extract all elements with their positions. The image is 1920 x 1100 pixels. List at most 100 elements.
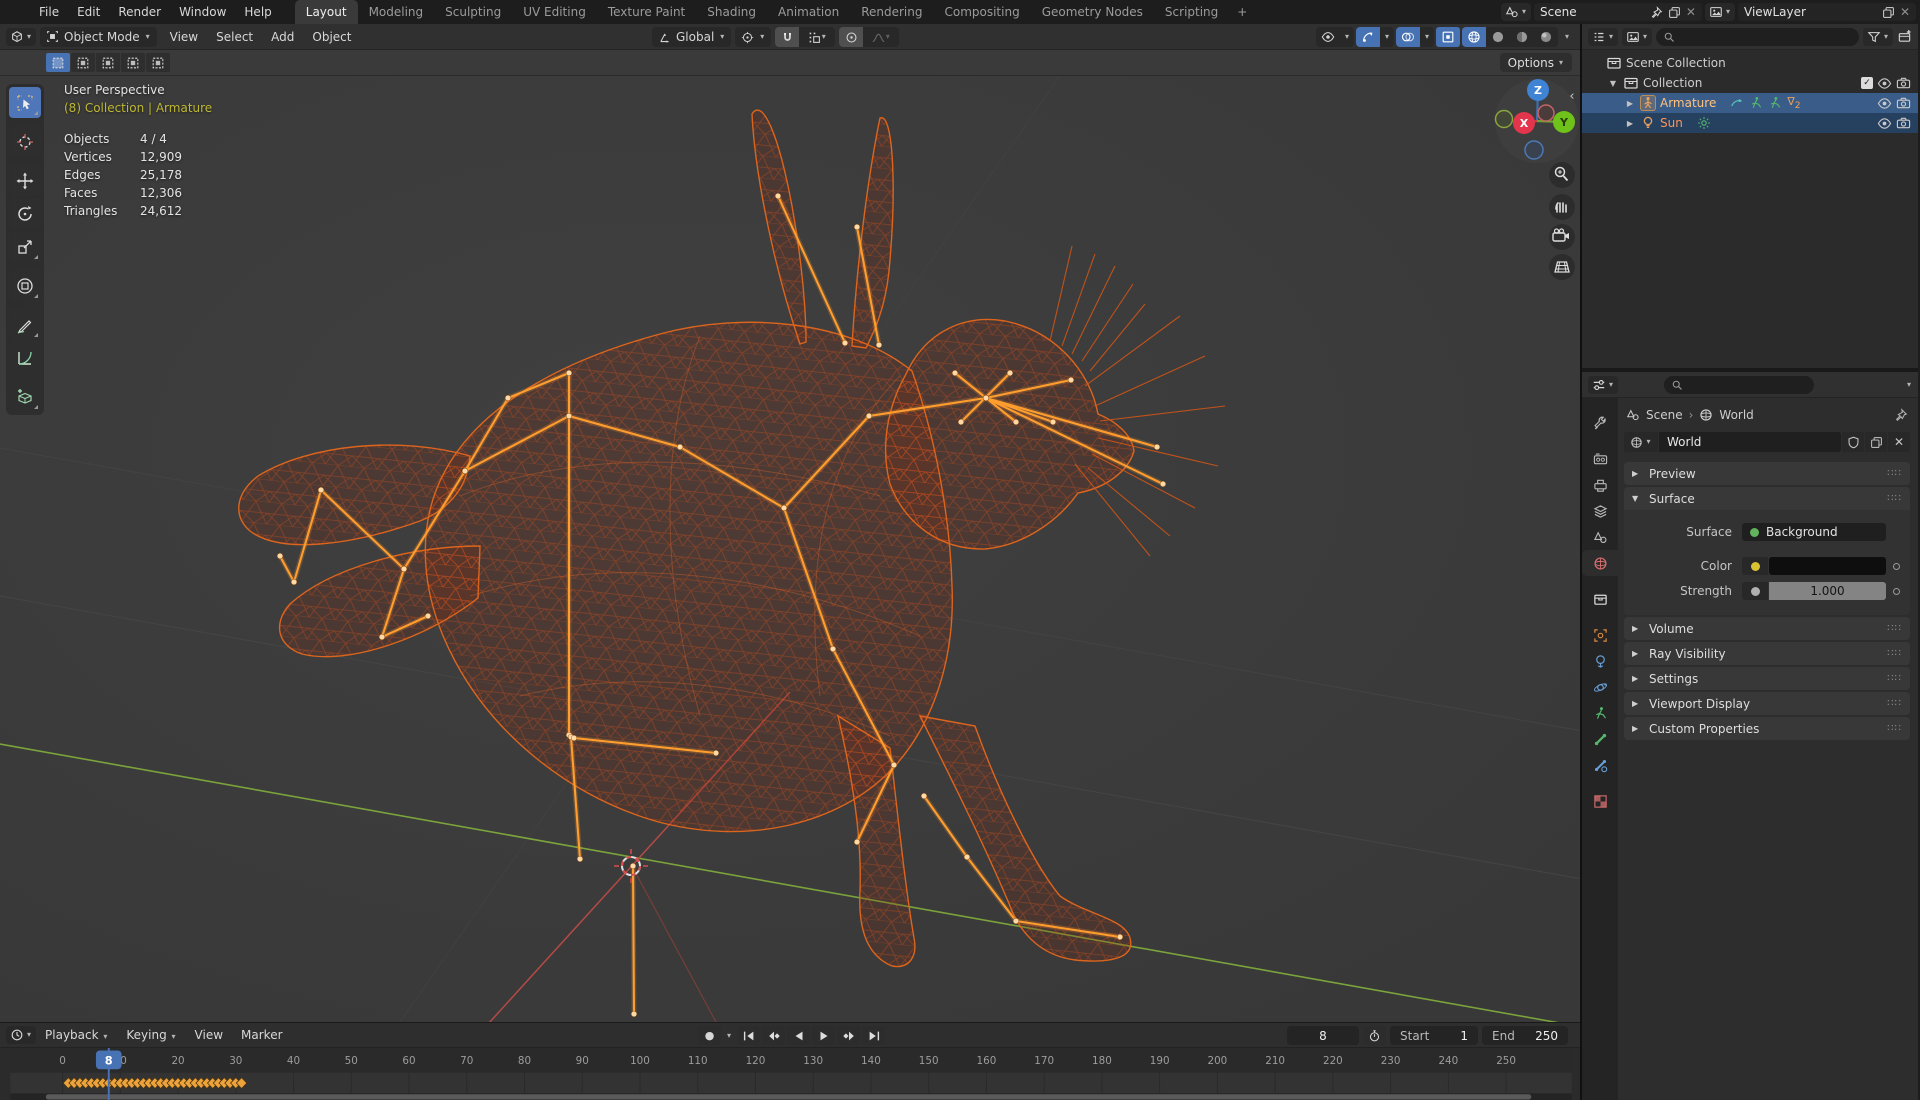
color-swatch-field[interactable] bbox=[1769, 557, 1886, 575]
topbar-menu-edit[interactable]: Edit bbox=[68, 2, 109, 22]
play-reverse-button[interactable] bbox=[787, 1026, 810, 1045]
viewlayer-name-field[interactable]: ViewLayer ✕ bbox=[1738, 3, 1916, 21]
select-mode-extend-button[interactable] bbox=[71, 53, 95, 72]
workspace-tab-shading[interactable]: Shading bbox=[696, 0, 767, 24]
outliner-item-scene-collection[interactable]: Scene Collection bbox=[1582, 53, 1918, 73]
scene-selector-button[interactable]: ▾ bbox=[1501, 3, 1531, 21]
viewlayer-selector-button[interactable]: ▾ bbox=[1705, 3, 1735, 21]
add-workspace-button[interactable]: + bbox=[1229, 0, 1255, 24]
topbar-menu-window[interactable]: Window bbox=[170, 2, 235, 22]
xray-toggle[interactable] bbox=[1436, 27, 1460, 47]
panel-ray-visibility[interactable]: ▶Ray Visibility∷∷ bbox=[1624, 642, 1910, 665]
tool-rotate-button[interactable] bbox=[9, 198, 41, 229]
timeline-menu-view[interactable]: View bbox=[186, 1025, 232, 1045]
duplicate-datablock-button[interactable] bbox=[1865, 432, 1887, 452]
strength-slider[interactable]: 1.000 bbox=[1769, 582, 1886, 600]
breadcrumb-world[interactable]: World bbox=[1719, 408, 1753, 422]
properties-tab-view-layer[interactable] bbox=[1582, 498, 1618, 524]
properties-tab-world[interactable] bbox=[1582, 550, 1618, 576]
surface-shader-field[interactable]: Background bbox=[1742, 523, 1886, 541]
scene-name-field[interactable]: Scene ✕ bbox=[1534, 3, 1702, 21]
properties-tab-tool[interactable] bbox=[1582, 410, 1618, 436]
navigation-gizmo[interactable]: ZXY bbox=[1495, 79, 1579, 163]
properties-tab-texture[interactable] bbox=[1582, 788, 1618, 814]
tool-add-cube-button[interactable] bbox=[9, 381, 41, 412]
remove-icon[interactable]: ✕ bbox=[1900, 5, 1910, 19]
color-socket-button[interactable] bbox=[1742, 557, 1768, 575]
outliner-item-sun[interactable]: ▶Sun bbox=[1582, 113, 1918, 133]
eye-icon[interactable] bbox=[1877, 116, 1892, 131]
tool-select-box-button[interactable] bbox=[9, 87, 41, 118]
tool-measure-button[interactable] bbox=[9, 342, 41, 373]
unlink-datablock-button[interactable]: ✕ bbox=[1888, 432, 1910, 452]
start-frame-field[interactable]: Start 1 bbox=[1390, 1026, 1478, 1045]
tool-cursor-button[interactable] bbox=[9, 126, 41, 157]
workspace-tab-sculpting[interactable]: Sculpting bbox=[434, 0, 512, 24]
panel-drag-dots[interactable]: ∷∷ bbox=[1887, 623, 1902, 634]
duplicate-icon[interactable] bbox=[1668, 6, 1681, 19]
panel-preview[interactable]: ▶Preview∷∷ bbox=[1624, 462, 1910, 485]
properties-tab-object-data[interactable] bbox=[1582, 700, 1618, 726]
topbar-menu-help[interactable]: Help bbox=[235, 2, 280, 22]
viewport-menu-add[interactable]: Add bbox=[262, 27, 303, 47]
properties-options-chevron[interactable]: ▾ bbox=[1906, 381, 1912, 389]
workspace-tab-animation[interactable]: Animation bbox=[767, 0, 850, 24]
options-button[interactable]: Options▾ bbox=[1500, 53, 1572, 72]
next-keyframe-button[interactable] bbox=[837, 1026, 860, 1045]
strength-socket-button[interactable] bbox=[1742, 582, 1768, 600]
workspace-tab-modeling[interactable]: Modeling bbox=[358, 0, 435, 24]
tool-scale-button[interactable] bbox=[9, 231, 41, 262]
animate-color-dot[interactable] bbox=[1893, 563, 1900, 570]
visibility-dropdown[interactable] bbox=[1316, 27, 1340, 47]
overlays-toggle[interactable] bbox=[1396, 27, 1420, 47]
pivot-dropdown[interactable]: ▾ bbox=[735, 27, 771, 47]
panel-drag-dots[interactable]: ∷∷ bbox=[1887, 698, 1902, 709]
workspace-tab-uv-editing[interactable]: UV Editing bbox=[512, 0, 597, 24]
jump-to-start-button[interactable] bbox=[737, 1026, 760, 1045]
timeline-menu-marker[interactable]: Marker bbox=[232, 1025, 291, 1045]
snap-toggle[interactable] bbox=[775, 27, 799, 47]
properties-tab-constraints[interactable] bbox=[1582, 648, 1618, 674]
select-mode-set-button[interactable] bbox=[46, 53, 70, 72]
timeline-menu-keying[interactable]: Keying ▾ bbox=[117, 1025, 185, 1045]
end-frame-field[interactable]: End 250 bbox=[1482, 1026, 1568, 1045]
camera-icon[interactable] bbox=[1896, 116, 1911, 131]
workspace-tab-scripting[interactable]: Scripting bbox=[1154, 0, 1229, 24]
animate-strength-dot[interactable] bbox=[1893, 588, 1900, 595]
properties-tab-bone-constraints[interactable] bbox=[1582, 752, 1618, 778]
topbar-menu-file[interactable]: File bbox=[30, 2, 68, 22]
outliner-item-armature[interactable]: ▶Armature∇2 bbox=[1582, 93, 1918, 113]
fake-user-button[interactable] bbox=[1842, 432, 1864, 452]
blender-logo-icon[interactable] bbox=[8, 4, 26, 20]
panel-drag-dots[interactable]: ∷∷ bbox=[1887, 673, 1902, 684]
tool-move-button[interactable] bbox=[9, 165, 41, 196]
workspace-tab-rendering[interactable]: Rendering bbox=[850, 0, 933, 24]
outliner-filter-button[interactable]: ▾ bbox=[1863, 28, 1893, 46]
checkbox[interactable]: ✓ bbox=[1861, 77, 1873, 89]
world-browse-button[interactable]: ▾ bbox=[1624, 432, 1658, 452]
outliner-search-input[interactable] bbox=[1656, 28, 1859, 46]
auto-keying-toggle[interactable]: ● bbox=[698, 1026, 721, 1045]
panel-volume[interactable]: ▶Volume∷∷ bbox=[1624, 617, 1910, 640]
shading-rendered-button[interactable] bbox=[1534, 27, 1558, 47]
world-name-field[interactable]: World bbox=[1659, 432, 1841, 452]
new-collection-icon[interactable] bbox=[1897, 29, 1912, 44]
viewport-menu-view[interactable]: View bbox=[161, 27, 207, 47]
unlink-icon[interactable]: ✕ bbox=[1686, 5, 1696, 19]
tool-annotate-button[interactable] bbox=[9, 309, 41, 340]
gizmos-chevron[interactable]: ▾ bbox=[1380, 27, 1394, 47]
gizmos-toggle[interactable] bbox=[1356, 27, 1380, 47]
editor-type-button[interactable]: ▾ bbox=[6, 28, 36, 46]
properties-editor-type-button[interactable]: ▾ bbox=[1588, 376, 1618, 394]
properties-tab-output[interactable] bbox=[1582, 472, 1618, 498]
eye-icon[interactable] bbox=[1877, 96, 1892, 111]
current-frame-field[interactable]: 8 bbox=[1287, 1026, 1359, 1045]
shading-solid-button[interactable] bbox=[1486, 27, 1510, 47]
previous-keyframe-button[interactable] bbox=[762, 1026, 785, 1045]
select-mode-invert-button[interactable] bbox=[121, 53, 145, 72]
camera-icon[interactable] bbox=[1896, 96, 1911, 111]
properties-tab-physics[interactable] bbox=[1582, 674, 1618, 700]
visibility-chevron[interactable]: ▾ bbox=[1340, 27, 1354, 47]
outliner-editor-type-button[interactable]: ▾ bbox=[1622, 28, 1652, 46]
overlays-chevron[interactable]: ▾ bbox=[1420, 27, 1434, 47]
